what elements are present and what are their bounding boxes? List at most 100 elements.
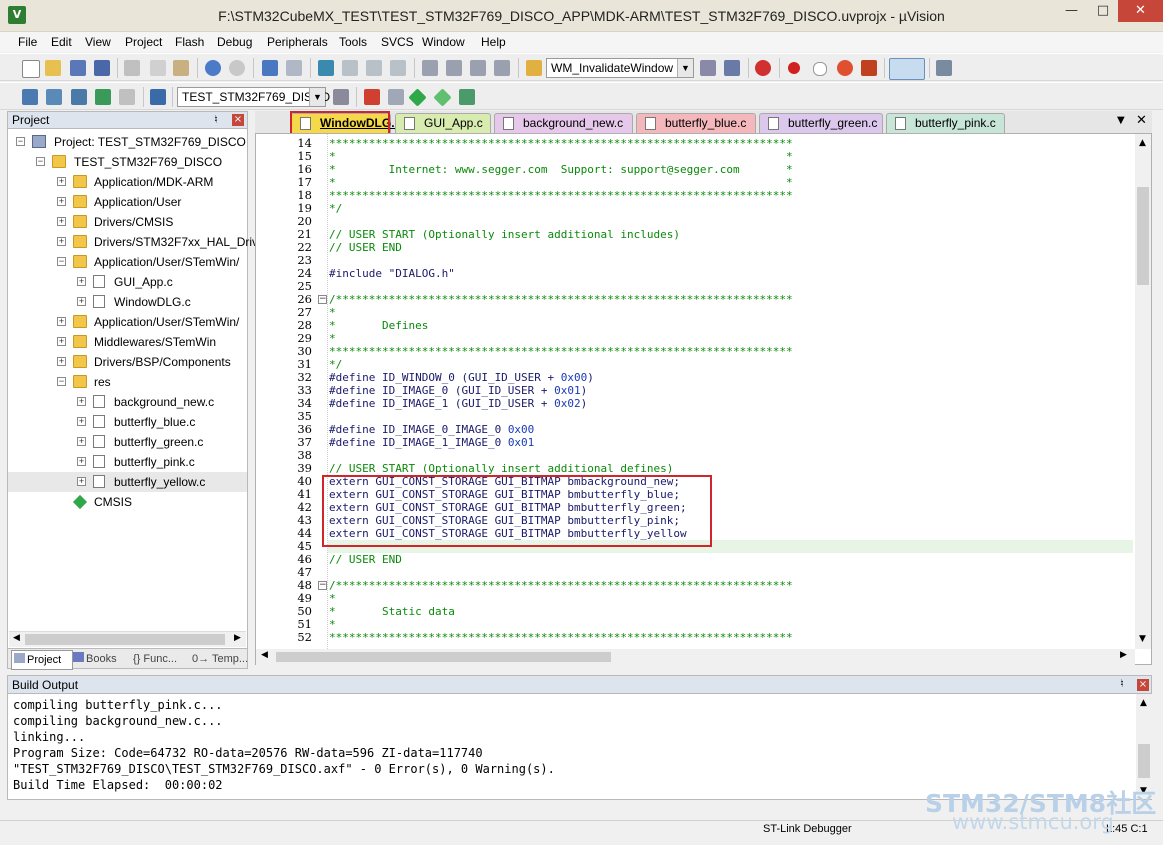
scroll-down-icon[interactable]: ▼ <box>1139 634 1146 644</box>
select-packs-icon[interactable] <box>388 89 404 105</box>
chevron-down-icon[interactable]: ▼ <box>677 59 693 77</box>
editor-tab[interactable]: GUI_App.c <box>395 113 491 133</box>
expand-icon[interactable]: + <box>57 337 66 346</box>
pack-installer-icon[interactable] <box>433 88 452 107</box>
pin-icon[interactable]: ♮ <box>1120 677 1124 690</box>
tab-functions[interactable]: {} Func... <box>131 650 191 668</box>
expand-icon[interactable]: + <box>77 397 86 406</box>
scroll-thumb[interactable] <box>1137 187 1149 285</box>
scroll-right-icon[interactable]: ▶ <box>234 633 241 643</box>
project-hscrollbar[interactable]: ◀ ▶ <box>9 631 246 647</box>
translate-icon[interactable] <box>22 89 38 105</box>
indent-icon[interactable] <box>422 60 438 76</box>
save-all-icon[interactable] <box>94 60 110 76</box>
collapse-icon[interactable]: − <box>57 257 66 266</box>
paste-icon[interactable] <box>173 60 189 76</box>
expand-icon[interactable]: + <box>57 217 66 226</box>
editor-tab[interactable]: butterfly_green.c <box>759 113 883 133</box>
expand-icon[interactable]: + <box>77 417 86 426</box>
chevron-down-icon[interactable]: ▼ <box>309 88 325 106</box>
nav-back-icon[interactable] <box>262 60 278 76</box>
prev-bookmark-icon[interactable] <box>342 60 358 76</box>
disable-breakpoint-icon[interactable] <box>813 62 827 76</box>
fold-toggle-icon[interactable]: − <box>318 295 327 304</box>
editor-tab[interactable]: butterfly_blue.c <box>636 113 756 133</box>
scroll-thumb[interactable] <box>1138 744 1150 778</box>
target-combo[interactable]: TEST_STM32F769_DISCO ▼ <box>177 87 330 107</box>
menu-file[interactable]: File <box>18 35 37 49</box>
expand-icon[interactable]: + <box>57 177 66 186</box>
editor-vscrollbar[interactable]: ▲ ▼ <box>1135 134 1151 649</box>
editor-tab[interactable]: background_new.c <box>494 113 633 133</box>
uvision-app-icon[interactable]: V <box>8 6 26 24</box>
clear-bookmarks-icon[interactable] <box>390 60 406 76</box>
undo-icon[interactable] <box>205 60 221 76</box>
editor-tab[interactable]: butterfly_pink.c <box>886 113 1005 133</box>
fold-toggle-icon[interactable]: − <box>318 581 327 590</box>
expand-icon[interactable]: + <box>57 317 66 326</box>
scroll-up-icon[interactable]: ▲ <box>1139 138 1146 148</box>
disable-all-breakpoints-icon[interactable] <box>837 60 853 76</box>
tree-item-file-selected[interactable]: + butterfly_yellow.c <box>8 472 247 492</box>
configure-icon[interactable] <box>936 60 952 76</box>
collapse-icon[interactable]: − <box>57 377 66 386</box>
collapse-icon[interactable]: − <box>36 157 45 166</box>
manage-rte-icon[interactable] <box>408 88 427 107</box>
cubemx-icon[interactable] <box>459 89 475 105</box>
close-icon[interactable]: × <box>232 114 244 126</box>
scroll-thumb[interactable] <box>25 634 225 645</box>
comment-icon[interactable] <box>470 60 486 76</box>
maximize-button[interactable]: □ <box>1088 0 1118 22</box>
manage-project-items-icon[interactable] <box>364 89 380 105</box>
collapse-icon[interactable]: − <box>16 137 25 146</box>
stop-build-icon[interactable] <box>119 89 135 105</box>
download-icon[interactable] <box>150 89 166 105</box>
tab-books[interactable]: Books <box>71 650 131 668</box>
bookmark-icon[interactable] <box>318 60 334 76</box>
unindent-icon[interactable] <box>446 60 462 76</box>
menu-edit[interactable]: Edit <box>51 35 72 49</box>
menu-debug[interactable]: Debug <box>217 35 252 49</box>
menu-project[interactable]: Project <box>125 35 162 49</box>
close-window-button[interactable]: ✕ <box>1118 0 1163 22</box>
target-options-icon[interactable] <box>333 89 349 105</box>
menu-flash[interactable]: Flash <box>175 35 204 49</box>
find-combo[interactable]: WM_InvalidateWindow ▼ <box>546 58 694 78</box>
close-icon[interactable]: × <box>1137 679 1149 691</box>
incremental-find-icon[interactable] <box>724 60 740 76</box>
scroll-thumb[interactable] <box>276 652 611 662</box>
pin-icon[interactable]: ♮ <box>214 113 218 126</box>
tab-project[interactable]: Project <box>11 650 73 670</box>
tab-list-icon[interactable]: ▼ <box>1117 115 1125 126</box>
new-file-icon[interactable] <box>22 60 40 78</box>
redo-icon[interactable] <box>229 60 245 76</box>
debug-session-icon[interactable] <box>755 60 771 76</box>
uncomment-icon[interactable] <box>494 60 510 76</box>
cut-icon[interactable] <box>124 60 140 76</box>
next-bookmark-icon[interactable] <box>366 60 382 76</box>
menu-tools[interactable]: Tools <box>339 35 367 49</box>
expand-icon[interactable]: + <box>77 477 86 486</box>
nav-forward-icon[interactable] <box>286 60 302 76</box>
expand-icon[interactable]: + <box>77 457 86 466</box>
window-layout-icon[interactable] <box>889 58 925 80</box>
menu-peripherals[interactable]: Peripherals <box>267 35 328 49</box>
scroll-up-icon[interactable]: ▲ <box>1140 698 1147 708</box>
breakpoint-icon[interactable] <box>788 62 800 74</box>
menu-window[interactable]: Window <box>422 35 465 49</box>
expand-icon[interactable]: + <box>77 297 86 306</box>
scroll-left-icon[interactable]: ◀ <box>13 633 20 643</box>
open-file-icon[interactable] <box>45 60 61 76</box>
kill-breakpoints-icon[interactable] <box>861 60 877 76</box>
find-icon[interactable] <box>700 60 716 76</box>
scroll-left-icon[interactable]: ◀ <box>261 650 268 660</box>
menu-svcs[interactable]: SVCS <box>381 35 414 49</box>
close-icon[interactable]: ✕ <box>1136 113 1147 128</box>
copy-icon[interactable] <box>150 60 166 76</box>
menu-view[interactable]: View <box>85 35 111 49</box>
tab-templates[interactable]: 0→ Temp... <box>190 650 248 668</box>
expand-icon[interactable]: + <box>57 237 66 246</box>
expand-icon[interactable]: + <box>77 437 86 446</box>
scroll-right-icon[interactable]: ▶ <box>1120 650 1127 660</box>
batch-build-icon[interactable] <box>95 89 111 105</box>
